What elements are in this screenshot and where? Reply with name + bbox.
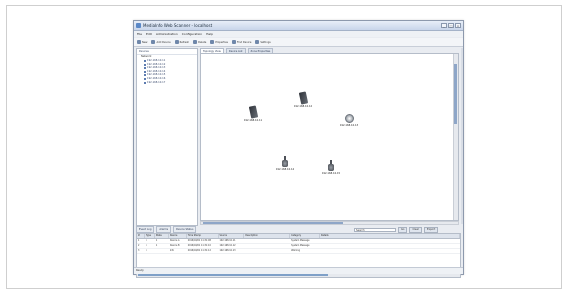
minimize-button[interactable]: _ — [441, 23, 447, 28]
scroll-thumb[interactable] — [138, 274, 328, 276]
add-icon — [151, 40, 156, 44]
tab-event-log[interactable]: Event Log — [136, 226, 155, 233]
properties-icon — [210, 40, 215, 44]
toolbar-add-device-button[interactable]: Add Device — [150, 39, 171, 45]
topology-canvas[interactable]: 192.168.10.11 192.168.10.12 192.168.10.1… — [200, 53, 459, 221]
toolbar-refresh-button[interactable]: Refresh — [174, 39, 190, 45]
table-cell: System Message — [291, 244, 310, 247]
table-cell: 1 — [138, 239, 140, 242]
toolbar-find-device-button[interactable]: Find Device — [231, 39, 252, 45]
column-header[interactable]: # — [137, 234, 145, 238]
table-cell: i — [145, 249, 147, 252]
toolbar-properties-button[interactable]: Properties — [209, 39, 229, 45]
bottle-device-icon — [282, 156, 288, 167]
table-cell: 192.168.10.11 — [219, 239, 236, 242]
scroll-thumb[interactable] — [454, 64, 457, 124]
find-icon — [231, 40, 236, 44]
title-bar[interactable]: MediaInfo Web Scanner - localhost _ □ × — [134, 21, 463, 31]
table-cell — [244, 239, 290, 243]
device-node[interactable]: 192.168.10.14 — [275, 156, 295, 171]
round-device-icon — [344, 114, 354, 123]
menu-bar: File Edit Administration Configuration H… — [134, 31, 463, 37]
toolbar-settings-button[interactable]: Settings — [254, 39, 271, 45]
table-cell: 2016/04/01 11:31:08 — [187, 239, 211, 242]
column-header[interactable]: Source — [219, 234, 245, 238]
scroll-thumb[interactable] — [203, 222, 343, 224]
device-label: 192.168.10.14 — [275, 168, 295, 171]
menu-administration[interactable]: Administration — [156, 31, 178, 37]
properties-splitter[interactable] — [461, 48, 463, 224]
settings-icon — [255, 40, 260, 44]
column-header[interactable]: Category — [290, 234, 320, 238]
table-row[interactable]: 3 i Info 2016/04/01 11:31:12 192.168.10.… — [137, 249, 460, 254]
menu-help[interactable]: Help — [206, 31, 213, 37]
menu-configuration[interactable]: Configuration — [182, 31, 202, 37]
column-header[interactable]: State — [155, 234, 169, 238]
refresh-icon — [174, 40, 179, 44]
search-input[interactable]: Search — [354, 228, 396, 232]
table-cell — [320, 244, 460, 248]
status-bar: Ready — [134, 267, 463, 274]
device-node[interactable]: 192.168.10.11 — [243, 105, 263, 122]
table-cell: Info — [169, 249, 174, 252]
table-cell — [244, 244, 290, 248]
toolbar: New Add Device Refresh Delete Properties… — [134, 38, 463, 47]
status-text: Ready — [136, 269, 144, 272]
table-cell: i — [145, 239, 147, 242]
table-cell — [320, 249, 460, 253]
table-cell — [244, 249, 290, 253]
app-window: MediaInfo Web Scanner - localhost _ □ × … — [133, 20, 464, 278]
table-cell: 192.168.10.13 — [219, 249, 236, 252]
table-cell — [155, 249, 169, 253]
table-cell: 192.168.10.12 — [219, 244, 236, 247]
device-node[interactable]: 192.168.10.13 — [339, 114, 359, 127]
tree-item[interactable]: 192.168.10.17 — [137, 81, 197, 85]
tab-alarms[interactable]: Alarms — [156, 226, 172, 233]
device-label: 192.168.10.13 — [339, 124, 359, 127]
column-header[interactable]: Details — [320, 234, 460, 238]
menu-edit[interactable]: Edit — [146, 31, 152, 37]
toolbar-delete-button[interactable]: Delete — [192, 39, 207, 45]
table-cell: 1 — [155, 244, 158, 247]
app-icon — [136, 23, 141, 28]
column-header[interactable]: Time Stamp — [187, 234, 219, 238]
device-tree[interactable]: Devices Network 192.168.10.11 192.168.10… — [136, 48, 198, 226]
column-header[interactable]: Type — [145, 234, 155, 238]
phone-icon — [248, 105, 258, 119]
phone-icon — [298, 91, 308, 105]
table-horizontal-scrollbar[interactable] — [137, 274, 460, 277]
table-cell: 2016/04/01 11:31:12 — [187, 249, 211, 252]
delete-icon — [193, 40, 198, 44]
table-cell: i — [145, 244, 147, 247]
canvas-vertical-scrollbar[interactable] — [453, 54, 458, 220]
table-cell: System Message — [291, 239, 310, 242]
device-node-icon — [144, 81, 146, 84]
menu-file[interactable]: File — [137, 31, 142, 37]
table-cell: Warning — [291, 249, 301, 252]
table-cell: 3 — [138, 249, 140, 252]
device-label: 192.168.10.15 — [321, 172, 341, 175]
bottle-device-icon — [328, 160, 334, 171]
device-node[interactable]: 192.168.10.15 — [321, 160, 341, 175]
device-node[interactable]: 192.168.10.12 — [293, 91, 313, 108]
canvas-horizontal-scrollbar[interactable] — [200, 221, 459, 225]
device-label: 192.168.10.11 — [243, 119, 263, 122]
close-button[interactable]: × — [455, 23, 461, 28]
maximize-button[interactable]: □ — [448, 23, 454, 28]
table-cell: Device A — [169, 239, 180, 242]
new-icon — [137, 40, 141, 44]
table-cell: Device B — [169, 244, 180, 247]
window-title: MediaInfo Web Scanner - localhost — [143, 23, 213, 28]
table-cell: 2 — [138, 244, 140, 247]
tab-device-status[interactable]: Device Status — [173, 226, 197, 233]
table-cell — [320, 239, 460, 243]
column-header[interactable]: Device — [169, 234, 187, 238]
table-cell: 1 — [155, 239, 158, 242]
device-label: 192.168.10.12 — [293, 105, 313, 108]
table-cell: 2016/04/01 11:31:10 — [187, 244, 211, 247]
column-header[interactable]: Description — [244, 234, 291, 238]
toolbar-new-button[interactable]: New — [136, 39, 148, 45]
